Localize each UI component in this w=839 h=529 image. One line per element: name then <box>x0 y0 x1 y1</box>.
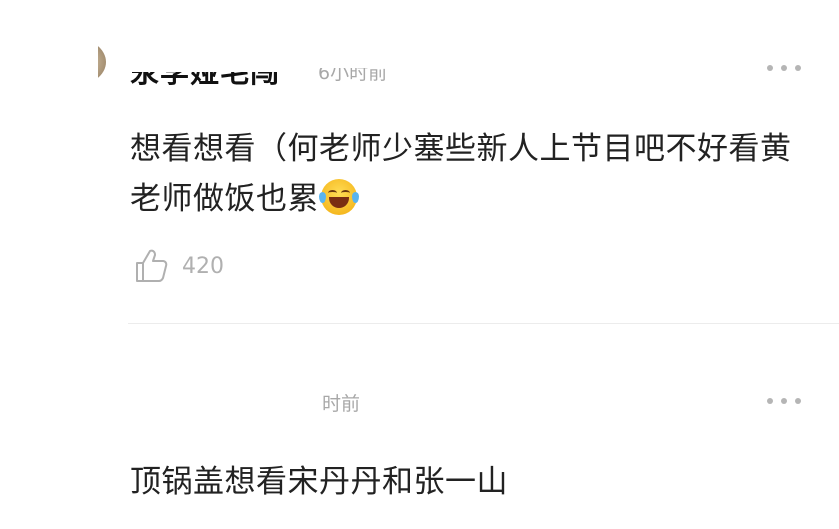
comment-text: 想看想看（何老师少塞些新人上节目吧不好看黄老师做饭也累 <box>130 124 820 224</box>
comment-text-body: 想看想看（何老师少塞些新人上节目吧不好看黄老师做饭也累 <box>130 131 792 217</box>
comment-item: 时前 顶锅盖想看宋丹丹和张一山 <box>0 325 839 529</box>
laughing-tears-emoji-icon <box>319 179 359 215</box>
like-count: 420 <box>182 253 224 279</box>
comment-timestamp: 6小时前 <box>318 62 388 84</box>
more-dots-icon[interactable] <box>767 397 801 405</box>
comment-text: 顶锅盖想看宋丹丹和张一山 <box>130 464 508 500</box>
comment-item: 氽李娅毛闯 6小时前 想看想看（何老师少塞些新人上节目吧不好看黄老师做饭也累 4… <box>0 0 839 325</box>
more-dots-icon[interactable] <box>767 64 801 72</box>
avatar-crop <box>30 365 110 425</box>
like-button[interactable]: 420 <box>134 248 224 284</box>
comment-timestamp: 时前 <box>322 393 361 415</box>
avatar-crop <box>30 30 98 100</box>
thumbs-up-icon <box>136 249 168 282</box>
comment-username[interactable]: 氽李娅毛闯 <box>130 72 280 90</box>
comment-divider <box>128 323 839 324</box>
